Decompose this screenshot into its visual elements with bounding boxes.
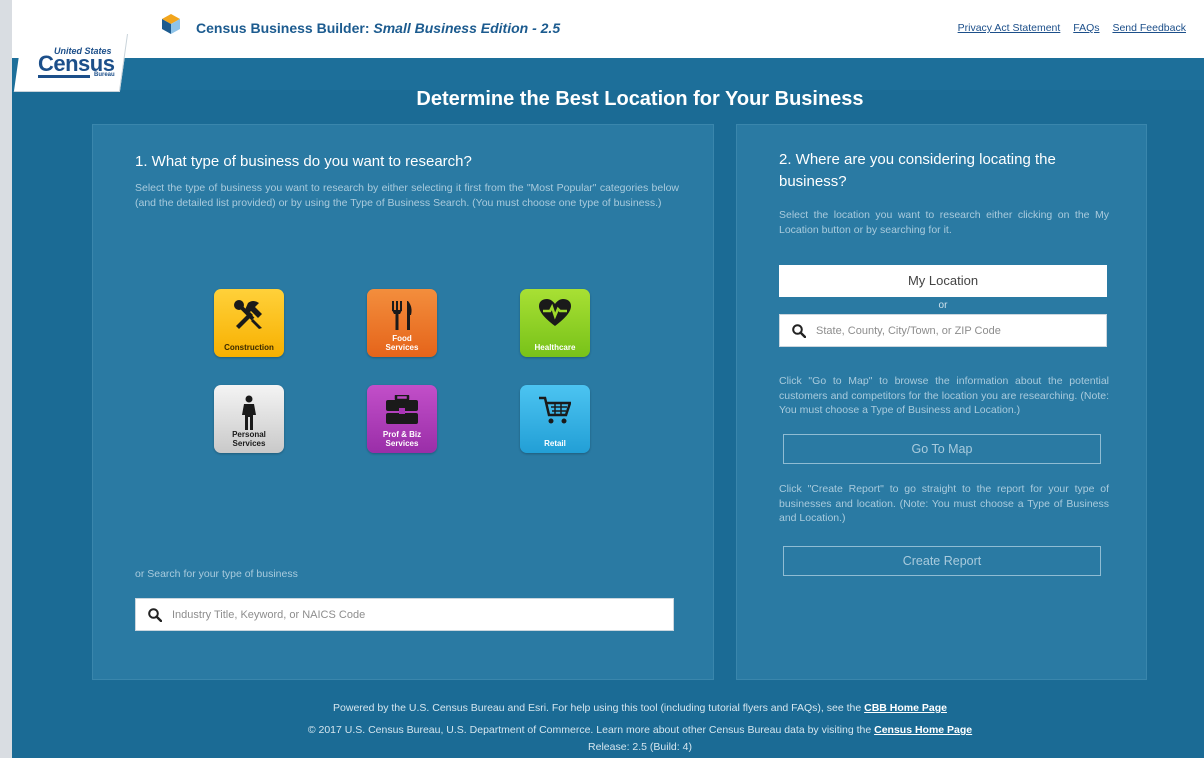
footer-copyright: © 2017 U.S. Census Bureau, U.S. Departme… (307, 724, 973, 736)
logo-text-bureau: Bureau (94, 72, 115, 78)
location-search-input[interactable] (816, 321, 1101, 341)
briefcase-icon (386, 395, 418, 424)
tools-icon (234, 300, 262, 329)
faqs-link[interactable]: FAQs (1073, 22, 1099, 34)
category-personal-services-label: Personal Services (232, 430, 266, 448)
location-search-box[interactable] (779, 314, 1107, 347)
or-separator: or (938, 300, 948, 311)
header-links: Privacy Act Statement FAQs Send Feedback (948, 22, 1186, 34)
category-food-services-tile[interactable]: Food Services (367, 289, 437, 357)
census-home-page-link[interactable]: Census Home Page (874, 724, 972, 736)
category-retail-label: Retail (544, 438, 566, 448)
footer-release: Release: 2.5 (Build: 4) (588, 741, 692, 753)
app-title-main: Census Business Builder: (196, 20, 374, 36)
cbb-cube-icon (162, 14, 180, 34)
category-construction-label: Construction (224, 342, 274, 352)
location-panel: 2. Where are you considering locating th… (736, 124, 1147, 680)
search-icon (148, 608, 162, 622)
my-location-button[interactable]: My Location (779, 265, 1107, 297)
cbb-home-page-link[interactable]: CBB Home Page (864, 702, 947, 714)
page-title: Determine the Best Location for Your Bus… (416, 88, 864, 110)
business-type-panel: 1. What type of business do you want to … (92, 124, 714, 680)
heart-pulse-icon (539, 299, 571, 326)
privacy-act-link[interactable]: Privacy Act Statement (958, 22, 1061, 34)
header-band (12, 58, 1204, 90)
map-description: Click "Go to Map" to browse the informat… (779, 375, 1109, 416)
location-description: Select the location you want to research… (779, 209, 1109, 236)
create-report-button[interactable]: Create Report (783, 546, 1101, 576)
category-healthcare-tile[interactable]: Healthcare (520, 289, 590, 357)
logo-underline (38, 75, 90, 78)
category-food-services-label: Food Services (385, 334, 419, 352)
category-retail-tile[interactable]: Retail (520, 385, 590, 453)
category-healthcare-label: Healthcare (534, 342, 576, 352)
app-title-edition: Small Business Edition - 2.5 (373, 20, 561, 36)
person-icon (242, 395, 256, 430)
category-prof-biz-services-tile[interactable]: Prof & Biz Services (367, 385, 437, 453)
report-description: Click "Create Report" to go straight to … (779, 483, 1109, 524)
go-to-map-button[interactable]: Go To Map (783, 434, 1101, 464)
business-type-heading: 1. What type of business do you want to … (135, 153, 472, 170)
search-icon (792, 324, 806, 338)
business-type-description: Select the type of business you want to … (135, 182, 679, 209)
location-heading: 2. Where are you considering locating th… (779, 151, 1056, 190)
footer-powered-by: Powered by the U.S. Census Bureau and Es… (333, 702, 947, 714)
send-feedback-link[interactable]: Send Feedback (1112, 22, 1186, 34)
category-personal-services-tile[interactable]: Personal Services (214, 385, 284, 453)
census-logo[interactable]: United States Census Bureau (36, 42, 136, 86)
business-search-label: or Search for your type of business (135, 568, 298, 580)
fork-knife-icon (392, 301, 412, 330)
cart-icon (539, 396, 571, 424)
business-search-input[interactable] (172, 605, 662, 625)
app-window: United States Census Bureau Census Busin… (12, 0, 1204, 758)
app-title: Census Business Builder: Small Business … (196, 20, 560, 36)
business-search-box[interactable] (135, 598, 674, 631)
category-construction-tile[interactable]: Construction (214, 289, 284, 357)
category-prof-biz-services-label: Prof & Biz Services (382, 430, 422, 448)
